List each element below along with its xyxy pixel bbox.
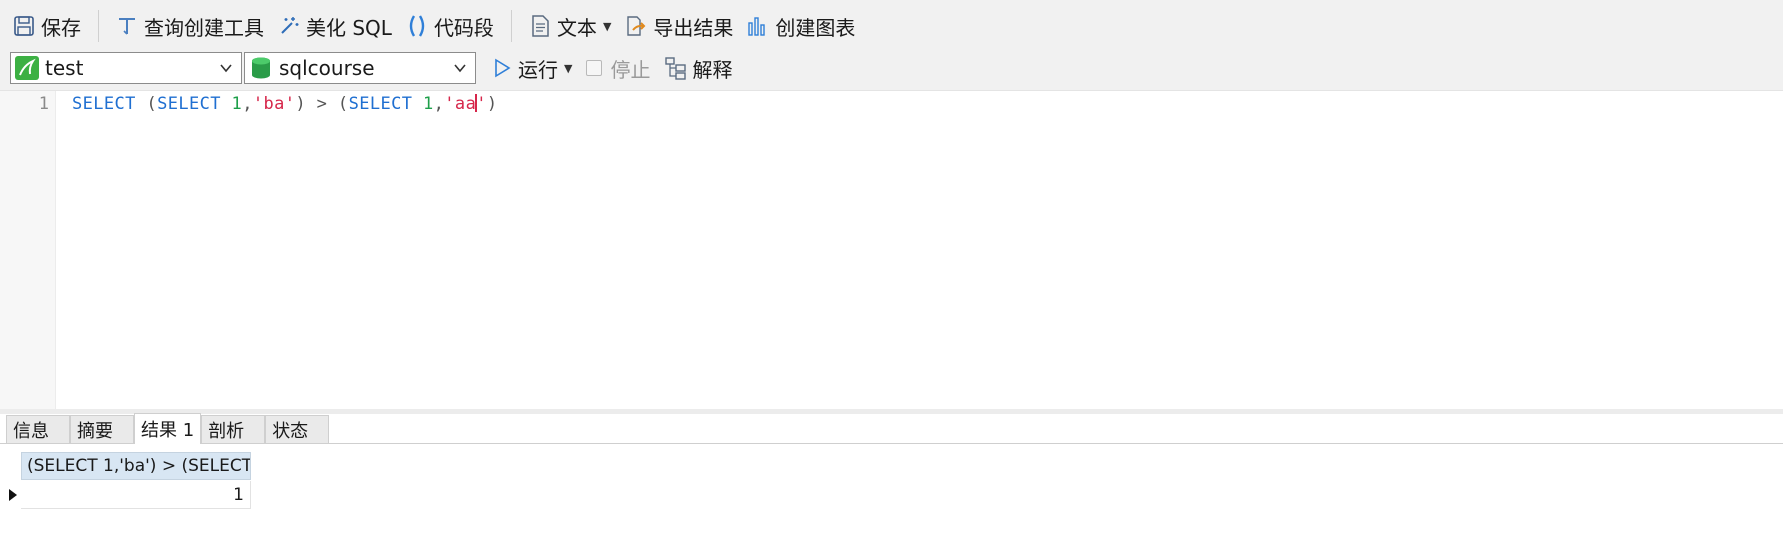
sql-number: 1 (231, 94, 243, 114)
export-results-button[interactable]: 导出结果 (618, 9, 738, 43)
chevron-down-icon (454, 64, 466, 73)
play-icon (495, 58, 511, 78)
sql-punctuation: , (242, 94, 253, 114)
sql-string: 'ba' (252, 94, 296, 114)
sql-punctuation: , (433, 94, 445, 114)
connection-select[interactable]: test (10, 52, 242, 84)
tab-profile[interactable]: 剖析 (201, 415, 266, 443)
database-icon (252, 57, 270, 79)
sql-query-window: 保存 查询创建工具 美化 SQL 代码段 文本 ▼ 导出结果 创建图表 test… (0, 0, 1783, 552)
sql-keyword: SELECT (157, 94, 221, 114)
explain-label: 解释 (692, 57, 733, 82)
toolbar-separator (98, 10, 99, 42)
sql-number: 1 (423, 94, 434, 114)
parentheses-icon (404, 13, 430, 39)
result-cell[interactable]: 1 (21, 481, 251, 509)
tab-summary[interactable]: 摘要 (70, 415, 134, 443)
stop-button[interactable]: 停止 (582, 51, 654, 85)
query-builder-button[interactable]: 查询创建工具 (109, 9, 269, 43)
sql-punctuation: ( (135, 94, 158, 114)
create-chart-label: 创建图表 (775, 15, 856, 40)
export-icon (623, 13, 649, 39)
text-dropdown-arrow-icon[interactable]: ▼ (603, 20, 611, 33)
chevron-down-icon (220, 64, 232, 73)
code-snippet-label: 代码段 (433, 15, 494, 40)
save-icon (11, 13, 37, 39)
magic-wand-icon (276, 13, 302, 39)
stop-label: 停止 (610, 57, 651, 82)
sql-code-line[interactable]: SELECT (SELECT 1,'ba') > (SELECT 1,'aa') (72, 94, 497, 114)
mysql-connection-icon (15, 56, 39, 80)
query-builder-label: 查询创建工具 (144, 15, 264, 40)
run-button[interactable]: 运行 ▼ (488, 51, 576, 85)
database-value: sqlcourse (279, 56, 375, 80)
save-button[interactable]: 保存 (6, 9, 86, 43)
sql-space (412, 94, 423, 114)
sql-punctuation: ) (486, 94, 498, 114)
connection-value: test (45, 56, 84, 80)
beautify-sql-label: 美化 SQL (306, 15, 392, 40)
create-chart-button[interactable]: 创建图表 (740, 9, 860, 43)
export-results-label: 导出结果 (653, 15, 734, 40)
sql-keyword: SELECT (72, 94, 136, 114)
chart-icon (745, 13, 771, 39)
tab-info[interactable]: 信息 (6, 415, 70, 443)
stop-icon (586, 60, 603, 76)
query-builder-icon (114, 13, 140, 39)
current-row-arrow-icon (4, 481, 21, 509)
sql-string-quote: ' (476, 94, 487, 114)
toolbar-row-connection: test sqlcourse 运行 ▼ 停止 解释 (10, 48, 742, 88)
explain-icon (665, 57, 687, 80)
sql-operator: ) > ( (295, 94, 349, 114)
tab-result-1[interactable]: 结果 1 (134, 413, 202, 444)
sql-space (221, 94, 232, 114)
toolbar-row-main: 保存 查询创建工具 美化 SQL 代码段 文本 ▼ 导出结果 创建图表 (6, 6, 862, 46)
database-select[interactable]: sqlcourse (244, 52, 476, 84)
result-tabs: 信息 摘要 结果 1 剖析 状态 (0, 413, 1783, 444)
line-number-gutter: 1 (0, 91, 56, 409)
sql-keyword: SELECT (348, 94, 413, 114)
line-number: 1 (38, 94, 49, 114)
table-row[interactable]: 1 (4, 481, 251, 509)
explain-button[interactable]: 解释 (660, 51, 736, 85)
toolbar-separator (510, 10, 512, 42)
toolbar: 保存 查询创建工具 美化 SQL 代码段 文本 ▼ 导出结果 创建图表 test… (0, 0, 1783, 91)
code-snippet-button[interactable]: 代码段 (399, 9, 499, 43)
document-icon (527, 13, 553, 39)
sql-string: 'aa (444, 94, 477, 114)
column-header[interactable]: (SELECT 1,'ba') > (SELECT (21, 452, 251, 480)
run-label: 运行 (518, 57, 558, 82)
sql-editor[interactable]: 1 SELECT (SELECT 1,'ba') > (SELECT 1,'aa… (0, 91, 1783, 409)
run-dropdown-arrow-icon[interactable]: ▼ (564, 62, 572, 75)
save-label: 保存 (41, 15, 81, 40)
text-label: 文本 (556, 15, 597, 40)
beautify-sql-button[interactable]: 美化 SQL (271, 9, 397, 43)
text-button[interactable]: 文本 ▼ (522, 9, 616, 43)
tab-status[interactable]: 状态 (265, 415, 330, 443)
